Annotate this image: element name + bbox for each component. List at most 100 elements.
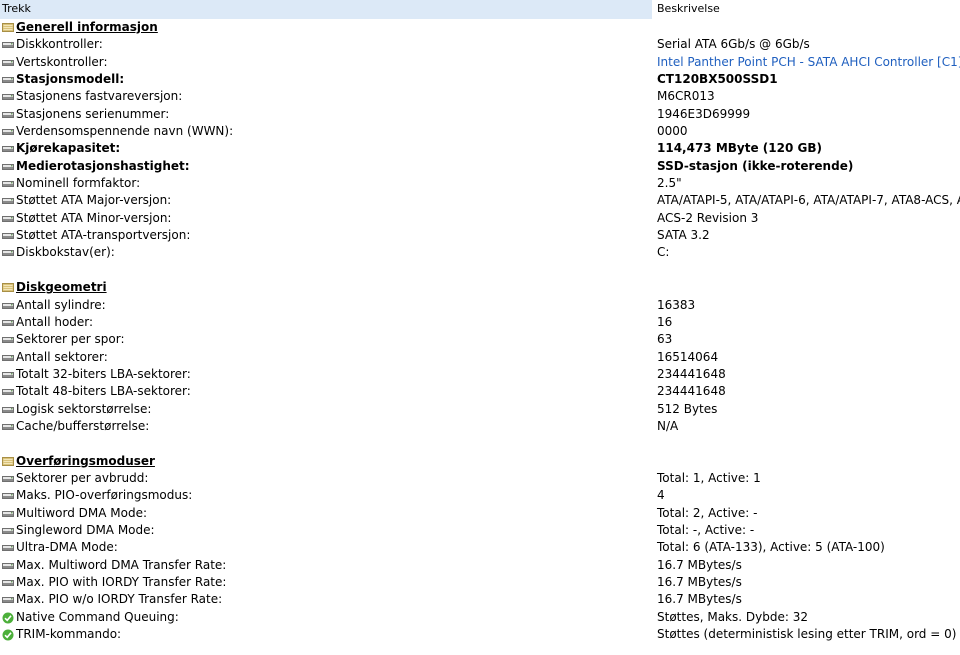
property-value: 63 xyxy=(657,332,673,347)
property-row[interactable]: Vertskontroller: Intel Panther Point PCH … xyxy=(0,54,960,71)
column-header: Trekk Beskrivelse xyxy=(0,0,960,19)
property-row[interactable]: Diskkontroller: Serial ATA 6Gb/s @ 6Gb/s xyxy=(0,36,960,53)
property-label: Totalt 32-biters LBA-sektorer: xyxy=(16,366,191,381)
property-value: ACS-2 Revision 3 xyxy=(657,210,759,225)
property-row[interactable]: Logisk sektorstørrelse: 512 Bytes xyxy=(0,401,960,418)
property-label: Diskkontroller: xyxy=(16,37,103,52)
property-row[interactable]: Max. PIO with IORDY Transfer Rate: 16.7 M… xyxy=(0,574,960,591)
property-label: Kjørekapasitet: xyxy=(16,141,121,156)
property-value: SSD-stasjon (ikke-roterende) xyxy=(657,158,854,173)
property-row[interactable]: Max. Multiword DMA Transfer Rate: 16.7 MB… xyxy=(0,557,960,574)
property-value: 234441648 xyxy=(657,384,726,399)
property-label: Antall sylindre: xyxy=(16,297,106,312)
drive-icon xyxy=(2,352,14,363)
drive-icon xyxy=(2,560,14,571)
property-row[interactable]: Sektorer per avbrudd: Total: 1, Active: 1 xyxy=(0,470,960,487)
property-label: Støttet ATA Minor-versjon: xyxy=(16,210,172,225)
drive-icon xyxy=(2,525,14,536)
property-label: Logisk sektorstørrelse: xyxy=(16,401,152,416)
section-title: Generell informasjon xyxy=(16,20,158,34)
check-icon xyxy=(2,612,14,624)
drive-icon xyxy=(2,195,14,206)
property-value: 16514064 xyxy=(657,349,719,364)
property-row[interactable]: Cache/bufferstørrelse: N/A xyxy=(0,418,960,435)
property-row[interactable]: Max. PIO w/o IORDY Transfer Rate: 16.7 MB… xyxy=(0,591,960,608)
property-row[interactable]: Kjørekapasitet: 114,473 MByte (120 GB) xyxy=(0,140,960,157)
property-label: Multiword DMA Mode: xyxy=(16,505,147,520)
drive-icon xyxy=(2,109,14,120)
property-value: ATA/ATAPI-5, ATA/ATAPI-6, ATA/ATAPI-7, A… xyxy=(657,193,960,208)
property-row[interactable]: Støttet ATA Minor-versjon: ACS-2 Revision… xyxy=(0,210,960,227)
column-header-value[interactable]: Beskrivelse xyxy=(655,0,960,19)
drive-icon xyxy=(2,178,14,189)
property-value: 4 xyxy=(657,488,665,503)
property-label: Antall hoder: xyxy=(16,314,94,329)
drive-icon xyxy=(2,473,14,484)
property-value: SATA 3.2 xyxy=(657,228,710,243)
drive-icon xyxy=(2,143,14,154)
property-row[interactable]: Stasjonsmodell: CT120BX500SSD1 xyxy=(0,71,960,88)
section-title: Overføringsmoduser xyxy=(16,453,155,468)
property-value: N/A xyxy=(657,418,679,433)
property-value: C: xyxy=(657,245,670,260)
property-label: Ultra-DMA Mode: xyxy=(16,540,118,555)
section-title: Diskgeometri xyxy=(16,280,107,295)
section-header[interactable]: Diskgeometri xyxy=(0,279,960,296)
property-row[interactable]: Antall hoder: 16 xyxy=(0,314,960,331)
section-header[interactable]: Generell informasjon xyxy=(0,19,960,36)
property-row[interactable]: Støttet ATA-transportversjon: SATA 3.2 xyxy=(0,227,960,244)
property-row[interactable]: Stasjonens serienummer: 1946E3D69999 xyxy=(0,106,960,123)
property-label: Diskbokstav(er): xyxy=(16,245,115,260)
property-label: Singleword DMA Mode: xyxy=(16,522,155,537)
property-row[interactable]: Nominell formfaktor: 2.5" xyxy=(0,175,960,192)
property-label: Nominell formfaktor: xyxy=(16,176,141,191)
property-row[interactable]: Antall sylindre: 16383 xyxy=(0,297,960,314)
property-row[interactable]: Totalt 48-biters LBA-sektorer: 234441648 xyxy=(0,383,960,400)
property-value: 1946E3D69999 xyxy=(657,106,751,121)
property-value: 16.7 MBytes/s xyxy=(657,575,742,589)
property-row[interactable]: Antall sektorer: 16514064 xyxy=(0,349,960,366)
drive-icon xyxy=(2,39,14,50)
property-label: Max. Multiword DMA Transfer Rate: xyxy=(16,557,227,572)
property-value: 114,473 MByte (120 GB) xyxy=(657,141,822,156)
drive-icon xyxy=(2,126,14,137)
column-header-field[interactable]: Trekk xyxy=(0,0,652,19)
drive-icon xyxy=(2,386,14,397)
property-label: Vertskontroller: xyxy=(16,54,108,69)
property-row[interactable]: Native Command Queuing: Støttes, Maks. Dy… xyxy=(0,609,960,626)
drive-icon xyxy=(2,91,14,102)
drive-icon xyxy=(2,577,14,588)
section-header[interactable]: Overføringsmoduser xyxy=(0,453,960,470)
property-value: 2.5" xyxy=(657,176,682,191)
folder-icon xyxy=(2,22,14,33)
properties-list: Generell informasjon Diskkontroller: Seria… xyxy=(0,19,960,643)
property-row[interactable]: Maks. PIO-overføringsmodus: 4 xyxy=(0,487,960,504)
property-label: Medierotasjonshastighet: xyxy=(16,158,190,173)
property-row[interactable]: Stasjonens fastvareversjon: M6CR013 xyxy=(0,88,960,105)
property-label: Max. PIO with IORDY Transfer Rate: xyxy=(16,575,227,589)
property-row[interactable]: Medierotasjonshastighet: SSD-stasjon (ikk… xyxy=(0,158,960,175)
property-label: Stasjonens fastvareversjon: xyxy=(16,89,183,104)
property-label: Sektorer per spor: xyxy=(16,332,125,347)
drive-icon xyxy=(2,404,14,415)
drive-icon xyxy=(2,300,14,311)
drive-icon xyxy=(2,230,14,241)
property-row[interactable]: Diskbokstav(er): C: xyxy=(0,244,960,261)
property-label: Verdensomspennende navn (WWN): xyxy=(16,124,234,139)
property-value-link[interactable]: Intel Panther Point PCH - SATA AHCI Cont… xyxy=(657,54,960,71)
property-row[interactable]: Totalt 32-biters LBA-sektorer: 234441648 xyxy=(0,366,960,383)
property-row[interactable]: Sektorer per spor: 63 xyxy=(0,331,960,348)
property-value: Støttes (deterministisk lesing etter TRI… xyxy=(657,627,957,642)
property-row[interactable]: Ultra-DMA Mode: Total: 6 (ATA-133), Activ… xyxy=(0,539,960,556)
property-label: TRIM-kommando: xyxy=(16,627,122,642)
drive-icon xyxy=(2,490,14,501)
property-row[interactable]: Singleword DMA Mode: Total: -, Active: - xyxy=(0,522,960,539)
property-row[interactable]: Multiword DMA Mode: Total: 2, Active: - xyxy=(0,505,960,522)
property-label: Totalt 48-biters LBA-sektorer: xyxy=(16,384,191,399)
property-value: CT120BX500SSD1 xyxy=(657,72,778,87)
property-row[interactable]: TRIM-kommando: Støttes (deterministisk le… xyxy=(0,626,960,643)
property-row[interactable]: Støttet ATA Major-versjon: ATA/ATAPI-5, A… xyxy=(0,192,960,209)
property-row[interactable]: Verdensomspennende navn (WWN): 0000 xyxy=(0,123,960,140)
drive-icon xyxy=(2,542,14,553)
